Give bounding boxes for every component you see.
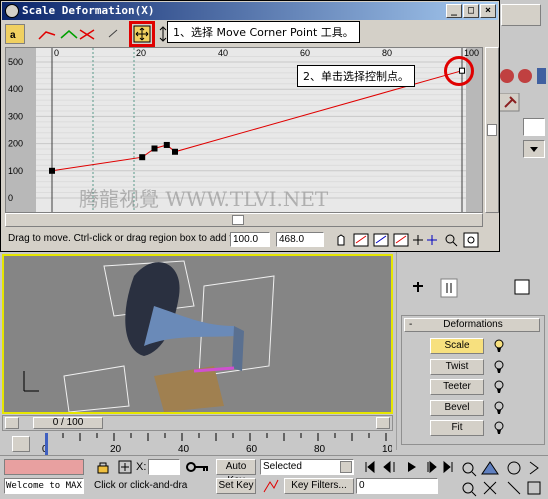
y-tick-label: 300 — [8, 111, 23, 121]
track-tick-label: 20 — [110, 444, 122, 455]
listener-mini[interactable] — [4, 459, 84, 475]
color-swatch[interactable] — [523, 118, 545, 136]
x-ruler-label: 80 — [382, 48, 392, 58]
y-tick-label: 500 — [8, 57, 23, 67]
close-button[interactable]: × — [480, 4, 496, 18]
track-bar-icon[interactable] — [12, 436, 30, 452]
deform-scale-button[interactable]: Scale — [430, 338, 484, 354]
track-tick-label: 40 — [178, 444, 190, 455]
svg-text:a: a — [10, 30, 16, 41]
viewport-nav-icons[interactable] — [458, 458, 546, 498]
prompt-line: Click or click-and-dra — [94, 480, 188, 491]
track-bar[interactable]: 020406080100 — [40, 433, 399, 455]
key-icon[interactable] — [186, 460, 210, 474]
status-bar: Drag to move. Ctrl-click or drag region … — [4, 231, 498, 249]
watermark: 腾龍视覺 WWW.TLVI.NET — [79, 187, 329, 211]
deform-fit-button[interactable]: Fit — [430, 420, 484, 436]
x-ruler-label: 0 — [54, 48, 59, 58]
lock-icon[interactable] — [96, 460, 110, 474]
x-ruler-label: 20 — [136, 48, 146, 58]
status-hint: Drag to move. Ctrl-click or drag region … — [8, 233, 230, 244]
modifier-toolbar — [407, 278, 547, 298]
deform-bevel-button[interactable]: Bevel — [430, 399, 484, 416]
panel-button[interactable] — [501, 4, 541, 26]
track-tick-label: 80 — [314, 444, 326, 455]
selection-dropdown[interactable]: Selected — [260, 459, 354, 475]
maximize-button[interactable]: □ — [463, 4, 479, 18]
x-value-field[interactable]: 100.0 — [230, 232, 270, 247]
control-point[interactable] — [172, 148, 178, 155]
modifier-icons[interactable] — [497, 60, 547, 88]
bulb-icon[interactable] — [492, 379, 506, 395]
y-tick-label: 400 — [8, 84, 23, 94]
welcome-text[interactable]: Welcome to MAX — [4, 478, 84, 494]
window-title: Scale Deformation(X) — [22, 4, 155, 17]
swap-icon[interactable] — [103, 24, 123, 44]
curve-red-icon[interactable] — [37, 24, 57, 44]
bottom-status-bar: Welcome to MAX X: Click or click-and-dra… — [0, 455, 548, 499]
x-ruler-label: 40 — [218, 48, 228, 58]
perspective-viewport[interactable] — [2, 254, 393, 414]
rollout-title: Deformations — [443, 319, 503, 330]
callout-step1: 1、选择 Move Corner Point 工具。 — [167, 21, 360, 43]
deform-teeter-button[interactable]: Teeter — [430, 379, 484, 395]
y-tick-label: 0 — [8, 193, 13, 203]
time-slider[interactable]: 0 / 100 — [2, 415, 393, 431]
curve-green-icon[interactable] — [59, 24, 79, 44]
bulb-icon[interactable] — [492, 338, 506, 354]
y-tick-label: 100 — [8, 166, 23, 176]
scroll-thumb[interactable] — [487, 124, 497, 136]
make-symmetrical-icon[interactable]: a — [5, 24, 25, 44]
control-point-highlight — [444, 56, 474, 86]
deform-twist-button[interactable]: Twist — [430, 358, 484, 375]
bulb-icon[interactable] — [492, 420, 506, 436]
y-tick-label: 200 — [8, 139, 23, 149]
key-mode-icon[interactable] — [262, 478, 280, 494]
scale-deformation-dialog: Scale Deformation(X) _ □ × a 1、选择 Move C… — [0, 0, 500, 252]
bulb-icon[interactable] — [492, 359, 506, 375]
vertical-scrollbar[interactable] — [485, 47, 499, 213]
slider-left-arrow[interactable] — [5, 417, 19, 429]
set-key-button[interactable]: Set Key — [216, 478, 256, 494]
horizontal-scrollbar[interactable] — [5, 213, 483, 227]
auto-key-button[interactable]: Auto Key — [216, 459, 256, 486]
control-point[interactable] — [151, 145, 158, 152]
x-coord-field[interactable] — [148, 459, 180, 475]
frame-label[interactable]: 0 / 100 — [33, 417, 103, 429]
track-tick-label: 60 — [246, 444, 258, 455]
curve-both-icon[interactable] — [77, 24, 97, 44]
bulb-icon[interactable] — [492, 400, 506, 416]
x-ruler-label: 60 — [300, 48, 310, 58]
x-coord-label: X: — [136, 461, 147, 473]
chevron-down-icon[interactable] — [340, 461, 352, 473]
dropdown-arrow[interactable] — [523, 140, 545, 158]
scroll-thumb-h[interactable] — [232, 215, 244, 225]
x-ruler-label: 100 — [464, 48, 479, 58]
absolute-mode-icon[interactable] — [118, 460, 132, 474]
app-icon — [5, 4, 19, 18]
slider-right-arrow[interactable] — [376, 417, 390, 429]
move-corner-point-icon[interactable] — [129, 21, 155, 47]
selection-dropdown-value: Selected — [263, 461, 302, 472]
rollout-header[interactable]: - Deformations — [404, 318, 540, 332]
control-point[interactable] — [49, 167, 55, 174]
minimize-button[interactable]: _ — [446, 4, 462, 18]
callout-step2: 2、单击选择控制点。 — [297, 65, 415, 87]
navigation-icons[interactable] — [332, 231, 496, 249]
deformations-rollout: - Deformations Scale Twist Teeter Bevel Fit — [401, 315, 545, 445]
current-frame-field[interactable]: 0 — [356, 478, 438, 494]
horn-model — [23, 260, 275, 412]
key-filters-button[interactable]: Key Filters... — [284, 478, 354, 494]
hammer-icon[interactable] — [498, 92, 545, 113]
track-tick-label: 100 — [382, 444, 392, 455]
title-bar: Scale Deformation(X) _ □ × — [2, 2, 498, 20]
control-point[interactable] — [163, 141, 170, 148]
playback-controls[interactable] — [362, 458, 458, 476]
control-point[interactable] — [139, 154, 146, 161]
icon-row — [497, 60, 547, 88]
y-value-field[interactable]: 468.0 — [276, 232, 324, 247]
time-cursor[interactable] — [45, 433, 48, 455]
